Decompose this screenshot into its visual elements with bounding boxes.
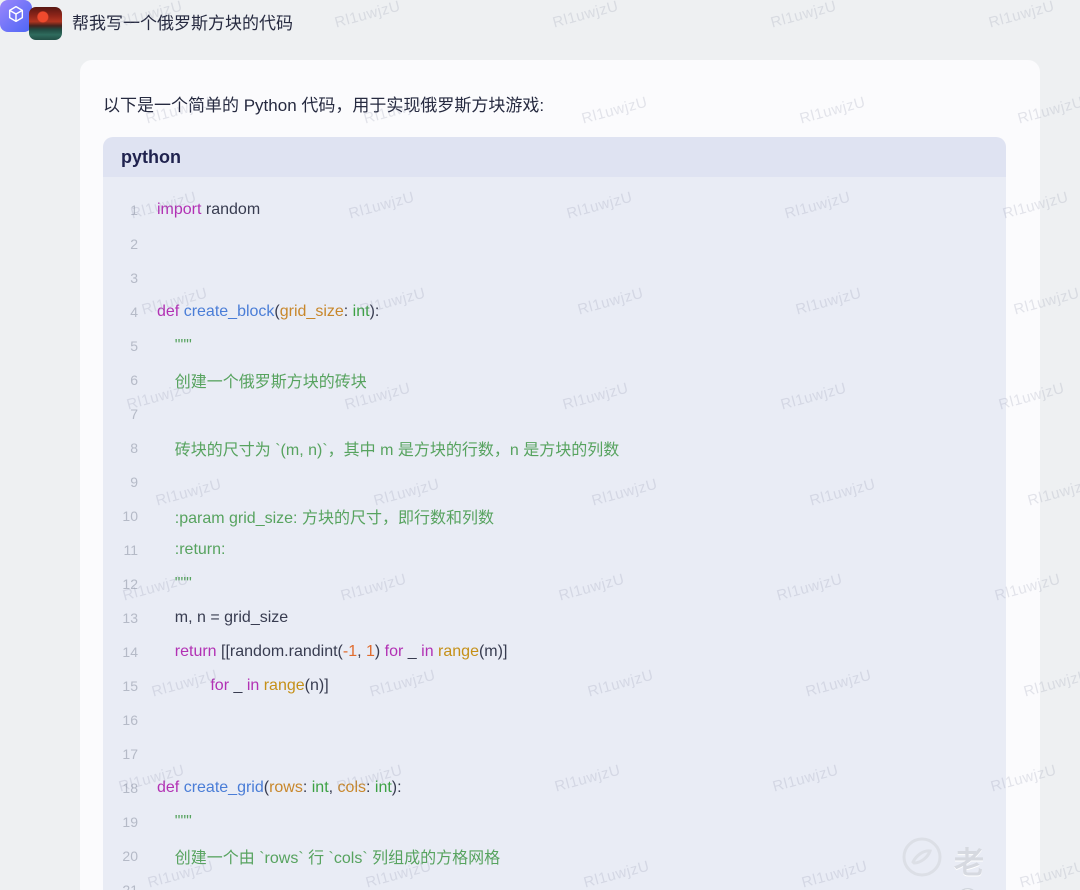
user-message-text: 帮我写一个俄罗斯方块的代码 <box>72 14 293 33</box>
code-line: 5 """ <box>103 329 998 363</box>
code-line-content: return [[random.randint(-1, 1) for _ in … <box>174 643 508 660</box>
code-line-content: :return: <box>157 541 226 558</box>
line-number: 3 <box>130 270 138 286</box>
code-line: 19 """ <box>103 805 998 839</box>
line-number: 9 <box>130 474 138 490</box>
line-number: 5 <box>130 338 138 354</box>
line-number: 8 <box>130 440 138 456</box>
code-line: 10 :param grid_size: 方块的尺寸，即行数和列数 <box>103 499 998 533</box>
line-number: 11 <box>123 542 138 558</box>
code-line-content: :param grid_size: 方块的尺寸，即行数和列数 <box>157 510 494 527</box>
code-line: 6 创建一个俄罗斯方块的砖块 <box>103 363 998 397</box>
code-line-content: 砖块的尺寸为 `(m, n)`，其中 m 是方块的行数，n 是方块的列数 <box>157 442 620 459</box>
line-number: 19 <box>122 814 138 830</box>
code-block-header: python <box>103 137 1006 177</box>
line-number: 2 <box>130 236 138 252</box>
code-language-label: python <box>121 146 181 167</box>
code-line: 8 砖块的尺寸为 `(m, n)`，其中 m 是方块的行数，n 是方块的列数 <box>103 431 998 465</box>
code-line: 12 """ <box>103 567 998 601</box>
code-body[interactable]: 1 import random 2 3 4 def create_block(grid_s… <box>103 177 1006 890</box>
watermark-tile: Rl1uwjzU <box>550 0 621 32</box>
line-number: 18 <box>122 780 138 796</box>
code-line: 14 return [[random.randint(-1, 1) for _ … <box>103 635 998 669</box>
line-number: 17 <box>122 746 138 762</box>
code-line: 4 def create_block(grid_size: int): <box>103 295 998 329</box>
code-line-content: """ <box>157 337 192 354</box>
line-number: 13 <box>122 610 138 626</box>
code-block: python 1 import random 2 3 4 def create_block… <box>103 137 1006 890</box>
code-line-content: def create_grid(rows: int, cols: int): <box>157 779 402 796</box>
assistant-message-panel: 以下是一个简单的 Python 代码，用于实现俄罗斯方块游戏: python 1… <box>80 60 1040 890</box>
code-line: 16 <box>103 703 998 737</box>
code-line-content: def create_block(grid_size: int): <box>157 303 380 320</box>
user-avatar <box>29 7 62 40</box>
watermark-tile: Rl1uwjzU <box>986 0 1057 32</box>
code-line-content: """ <box>157 575 192 592</box>
code-line-content: 创建一个由 `rows` 行 `cols` 列组成的方格网格 <box>157 850 501 867</box>
line-number: 14 <box>122 644 138 660</box>
code-line-content: 创建一个俄罗斯方块的砖块 <box>157 374 367 391</box>
cube-logo-icon <box>6 4 26 29</box>
code-line: 3 <box>103 261 998 295</box>
watermark-tile: Rl1uwjzU <box>768 0 839 32</box>
line-number: 4 <box>130 304 138 320</box>
code-line: 20 创建一个由 `rows` 行 `cols` 列组成的方格网格 <box>103 839 998 873</box>
line-number: 20 <box>122 848 138 864</box>
line-number: 15 <box>122 678 138 694</box>
code-line-content: m, n = grid_size <box>157 609 289 626</box>
code-line: 17 <box>103 737 998 771</box>
code-line: 15 for _ in range(n)] <box>103 669 998 703</box>
assistant-intro-text: 以下是一个简单的 Python 代码，用于实现俄罗斯方块游戏: <box>103 96 545 115</box>
chat-page: { "user_message": { "text": "帮我写一个俄罗斯方块的… <box>0 0 1080 890</box>
code-line-content: for _ in range(n)] <box>210 677 329 694</box>
line-number: 7 <box>130 406 138 422</box>
line-number: 21 <box>122 882 138 890</box>
code-line: 7 <box>103 397 998 431</box>
line-number: 12 <box>122 576 138 592</box>
code-line: 11 :return: <box>103 533 998 567</box>
assistant-avatar <box>0 0 32 32</box>
code-line-content: import random <box>157 201 261 218</box>
code-line: 1 import random <box>103 193 998 227</box>
line-number: 6 <box>130 372 138 388</box>
code-line: 9 <box>103 465 998 499</box>
line-number: 16 <box>122 712 138 728</box>
line-number: 10 <box>122 508 138 524</box>
line-number: 1 <box>130 202 138 218</box>
watermark-tile: Rl1uwjzU <box>332 0 403 32</box>
code-line-content: """ <box>157 813 192 830</box>
code-line: 18 def create_grid(rows: int, cols: int): <box>103 771 998 805</box>
code-line: 21 <box>103 873 998 890</box>
code-line: 13 m, n = grid_size <box>103 601 998 635</box>
code-line: 2 <box>103 227 998 261</box>
